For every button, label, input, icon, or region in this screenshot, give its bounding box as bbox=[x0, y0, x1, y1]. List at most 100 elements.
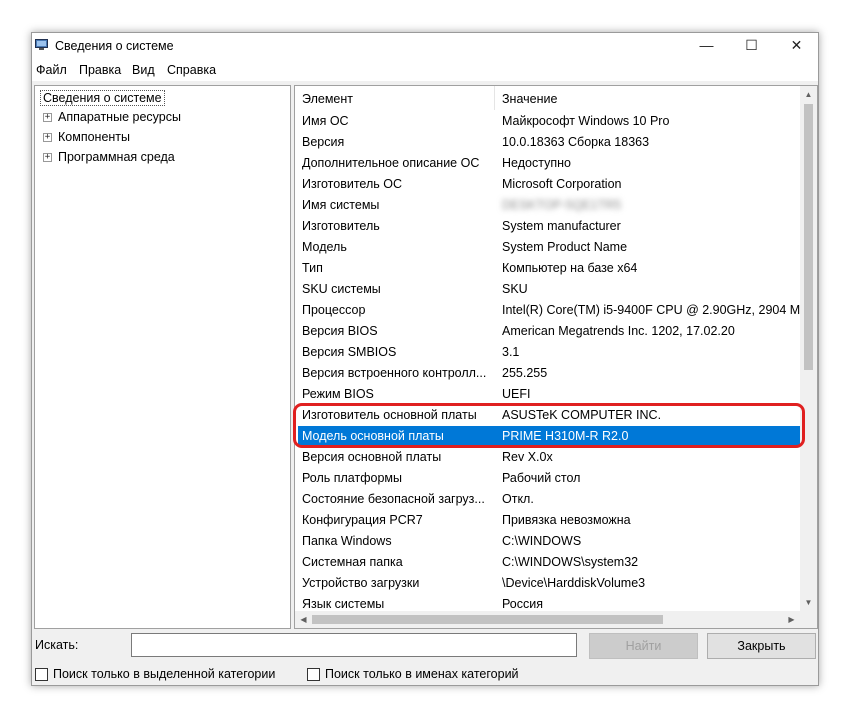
menu-bar: Файл Правка Вид Справка bbox=[32, 59, 818, 81]
column-header-element[interactable]: Элемент bbox=[302, 92, 353, 106]
row-value: \Device\HarddiskVolume3 bbox=[502, 576, 646, 590]
tree-item-components[interactable]: + Компоненты bbox=[43, 130, 130, 144]
checkbox-box[interactable] bbox=[307, 667, 320, 681]
row-element: Тип bbox=[302, 261, 323, 275]
vertical-scrollbar[interactable]: ▲ ▼ bbox=[800, 86, 817, 611]
expand-plus-icon[interactable]: + bbox=[43, 113, 52, 123]
menu-help[interactable]: Справка bbox=[167, 63, 216, 77]
row-value: 3.1 bbox=[502, 345, 520, 359]
row-value: C:\WINDOWS bbox=[502, 534, 582, 548]
tree-item-label: Компоненты bbox=[58, 130, 131, 144]
menu-file[interactable]: Файл bbox=[36, 63, 67, 77]
search-label: Искать: bbox=[35, 638, 79, 652]
row-element: Версия основной платы bbox=[302, 450, 442, 464]
column-divider[interactable] bbox=[494, 86, 495, 110]
row-element: Системная папка bbox=[302, 555, 403, 569]
horizontal-scrollbar[interactable]: ◀ ▶ bbox=[295, 611, 800, 628]
tree-item-system-summary[interactable]: Сведения о системе bbox=[40, 90, 165, 106]
row-value: 10.0.18363 Сборка 18363 bbox=[502, 135, 650, 149]
table-row[interactable]: Изготовитель ОС Microsoft Corporation bbox=[298, 174, 800, 195]
close-button[interactable]: Закрыть bbox=[707, 633, 816, 659]
table-row[interactable]: Процессор Intel(R) Core(TM) i5-9400F CPU … bbox=[298, 300, 800, 321]
menu-view[interactable]: Вид bbox=[132, 63, 155, 77]
checkbox-box[interactable] bbox=[35, 667, 48, 681]
expand-plus-icon[interactable]: + bbox=[43, 133, 52, 143]
row-element: Папка Windows bbox=[302, 534, 392, 548]
row-element: Изготовитель ОС bbox=[302, 177, 402, 191]
row-value: 255.255 bbox=[502, 366, 548, 380]
row-element: Версия SMBIOS bbox=[302, 345, 397, 359]
tree-item-hardware-resources[interactable]: + Аппаратные ресурсы bbox=[43, 110, 181, 124]
scroll-down-arrow-icon[interactable]: ▼ bbox=[800, 594, 817, 611]
checkbox-label: Поиск только в выделенной категории bbox=[53, 667, 276, 681]
row-element: Версия встроенного контролл... bbox=[302, 366, 487, 380]
table-row[interactable]: Модель System Product Name bbox=[298, 237, 800, 258]
search-category-names-checkbox[interactable]: Поиск только в именах категорий bbox=[307, 667, 519, 681]
table-row[interactable]: Устройство загрузки \Device\HarddiskVolum… bbox=[298, 573, 800, 594]
system-info-app-icon bbox=[35, 39, 48, 50]
row-element: Версия BIOS bbox=[302, 324, 378, 338]
menu-edit[interactable]: Правка bbox=[79, 63, 121, 77]
table-row[interactable]: Режим BIOS UEFI bbox=[298, 384, 800, 405]
scroll-left-arrow-icon[interactable]: ◀ bbox=[295, 611, 312, 628]
table-row[interactable]: Версия SMBIOS 3.1 bbox=[298, 342, 800, 363]
row-element: Модель bbox=[302, 240, 347, 254]
details-list: Элемент Значение Имя ОС Майкрософт Window… bbox=[294, 85, 818, 629]
row-value: System Product Name bbox=[502, 240, 628, 254]
table-row[interactable]: Версия BIOS American Megatrends Inc. 1202… bbox=[298, 321, 800, 342]
tree-item-label: Аппаратные ресурсы bbox=[58, 110, 181, 124]
row-element: SKU системы bbox=[302, 282, 381, 296]
system-information-window: Сведения о системе — ☐ ✕ Файл Правка Вид… bbox=[31, 32, 819, 686]
column-header-value[interactable]: Значение bbox=[502, 92, 557, 106]
row-element: Устройство загрузки bbox=[302, 576, 420, 590]
scrollbar-corner bbox=[800, 611, 817, 628]
table-row[interactable]: SKU системы SKU bbox=[298, 279, 800, 300]
row-value: SKU bbox=[502, 282, 528, 296]
table-row[interactable]: Версия основной платы Rev X.0x bbox=[298, 447, 800, 468]
table-row[interactable]: Имя системы DESKTOP-5QE1TR5 bbox=[298, 195, 800, 216]
scroll-right-arrow-icon[interactable]: ▶ bbox=[783, 611, 800, 628]
list-header: Элемент Значение bbox=[295, 86, 800, 110]
close-window-button[interactable]: ✕ bbox=[774, 33, 819, 59]
vertical-scroll-thumb[interactable] bbox=[804, 104, 813, 370]
find-button[interactable]: Найти bbox=[589, 633, 698, 659]
row-value: Привязка невозможна bbox=[502, 513, 631, 527]
row-element: Имя системы bbox=[302, 198, 380, 212]
search-input[interactable] bbox=[131, 633, 577, 657]
table-row[interactable]: Версия 10.0.18363 Сборка 18363 bbox=[298, 132, 800, 153]
maximize-button[interactable]: ☐ bbox=[729, 33, 774, 59]
row-value: Microsoft Corporation bbox=[502, 177, 622, 191]
row-element: Конфигурация PCR7 bbox=[302, 513, 423, 527]
table-row[interactable]: Состояние безопасной загруз... Откл. bbox=[298, 489, 800, 510]
minimize-button[interactable]: — bbox=[684, 33, 729, 59]
checkbox-label: Поиск только в именах категорий bbox=[325, 667, 519, 681]
row-value: UEFI bbox=[502, 387, 531, 401]
table-row[interactable]: Изготовитель System manufacturer bbox=[298, 216, 800, 237]
category-tree: Сведения о системе + Аппаратные ресурсы +… bbox=[34, 85, 291, 629]
row-element: Состояние безопасной загруз... bbox=[302, 492, 485, 506]
table-row[interactable]: Конфигурация PCR7 Привязка невозможна bbox=[298, 510, 800, 531]
title-bar: Сведения о системе — ☐ ✕ bbox=[32, 33, 818, 59]
table-row[interactable]: Версия встроенного контролл... 255.255 bbox=[298, 363, 800, 384]
table-row[interactable]: Тип Компьютер на базе x64 bbox=[298, 258, 800, 279]
row-element: Версия bbox=[302, 135, 345, 149]
row-value: System manufacturer bbox=[502, 219, 621, 233]
table-row[interactable]: Системная папка C:\WINDOWS\system32 bbox=[298, 552, 800, 573]
row-element: Роль платформы bbox=[302, 471, 402, 485]
scroll-up-arrow-icon[interactable]: ▲ bbox=[800, 86, 817, 103]
table-row[interactable]: Папка Windows C:\WINDOWS bbox=[298, 531, 800, 552]
tree-item-label: Программная среда bbox=[58, 150, 175, 164]
table-row[interactable]: Имя ОС Майкрософт Windows 10 Pro bbox=[298, 111, 800, 132]
expand-plus-icon[interactable]: + bbox=[43, 153, 52, 163]
row-element: Процессор bbox=[302, 303, 366, 317]
window-title: Сведения о системе bbox=[55, 39, 174, 53]
row-value: Откл. bbox=[502, 492, 534, 506]
horizontal-scroll-thumb[interactable] bbox=[312, 615, 663, 624]
table-row[interactable]: Дополнительное описание ОС Недоступно bbox=[298, 153, 800, 174]
row-value: Rev X.0x bbox=[502, 450, 553, 464]
tree-item-software-environment[interactable]: + Программная среда bbox=[43, 150, 175, 164]
table-row[interactable]: Роль платформы Рабочий стол bbox=[298, 468, 800, 489]
row-value: Россия bbox=[502, 597, 543, 611]
row-value: Intel(R) Core(TM) i5-9400F CPU @ 2.90GHz… bbox=[502, 303, 801, 317]
search-selected-category-checkbox[interactable]: Поиск только в выделенной категории bbox=[35, 667, 275, 681]
